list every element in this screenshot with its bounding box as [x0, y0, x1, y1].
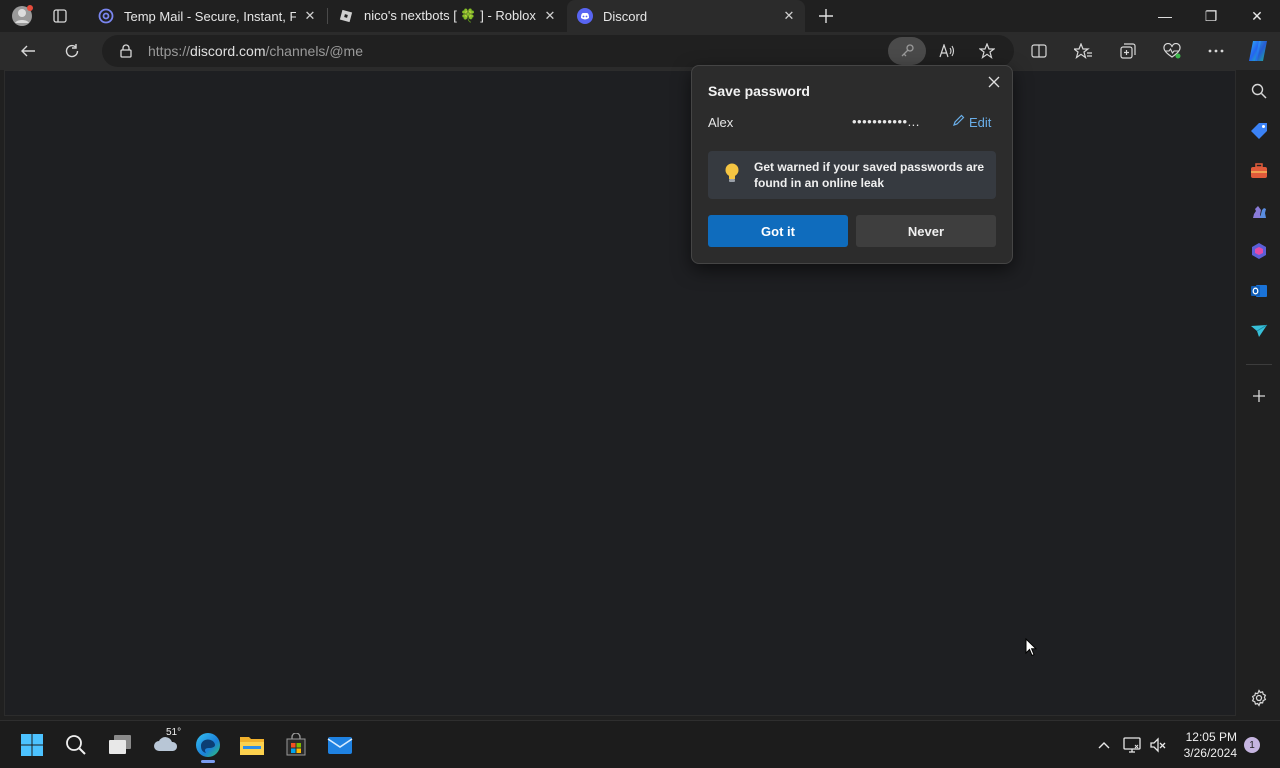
- collections-icon[interactable]: [1112, 35, 1144, 67]
- favorites-icon[interactable]: [1067, 35, 1099, 67]
- add-icon[interactable]: [1247, 384, 1271, 408]
- lightbulb-icon: [724, 163, 740, 185]
- search-icon[interactable]: [1247, 79, 1271, 103]
- notification-count: 1: [1244, 737, 1260, 753]
- save-password-dialog: Save password Alex •••••••••••... Edit G…: [691, 65, 1013, 264]
- discord-icon: [577, 8, 593, 24]
- mouse-pointer-icon: [1025, 637, 1038, 662]
- favorite-star-icon[interactable]: [971, 35, 1003, 67]
- microsoft365-icon[interactable]: [1247, 239, 1271, 263]
- minimize-button[interactable]: —: [1142, 0, 1188, 32]
- shopping-tag-icon[interactable]: [1247, 119, 1271, 143]
- profile-avatar-icon[interactable]: [6, 0, 38, 32]
- weather-widget[interactable]: 51°: [146, 727, 186, 763]
- edge-browser-icon[interactable]: [190, 727, 226, 763]
- leak-warning-banner: Get warned if your saved passwords are f…: [708, 151, 996, 199]
- tab-title: nico's nextbots [ 🍀 ] - Roblox: [364, 8, 536, 23]
- clock-time: 12:05 PM: [1185, 730, 1237, 744]
- tab-strip: Temp Mail - Secure, Instant, Fast ✕ nico…: [0, 0, 1280, 32]
- at-sign-icon: [98, 8, 114, 24]
- roblox-icon: [338, 8, 354, 24]
- edge-sidebar: [1238, 70, 1280, 716]
- browser-essentials-icon[interactable]: [1156, 35, 1188, 67]
- warning-text: Get warned if your saved passwords are f…: [754, 160, 985, 190]
- close-tab-icon[interactable]: ✕: [542, 8, 558, 24]
- clock-date: 3/26/2024: [1183, 746, 1237, 760]
- active-indicator: [201, 760, 215, 763]
- new-tab-icon[interactable]: [810, 0, 842, 32]
- dialog-title: Save password: [708, 83, 810, 99]
- close-tab-icon[interactable]: ✕: [781, 8, 797, 24]
- split-screen-icon[interactable]: [1023, 35, 1055, 67]
- notification-badge[interactable]: 1: [1240, 727, 1264, 763]
- tab-actions-icon[interactable]: [44, 0, 76, 32]
- more-options-icon[interactable]: [1200, 35, 1232, 67]
- tools-briefcase-icon[interactable]: [1247, 159, 1271, 183]
- read-aloud-icon[interactable]: [931, 35, 963, 67]
- games-chess-icon[interactable]: [1247, 199, 1271, 223]
- refresh-icon[interactable]: [56, 35, 88, 67]
- tab-discord[interactable]: Discord ✕: [567, 0, 805, 32]
- drop-send-icon[interactable]: [1247, 319, 1271, 343]
- weather-temperature: 51°: [166, 727, 182, 738]
- pencil-icon: [952, 114, 965, 130]
- file-explorer-icon[interactable]: [234, 727, 270, 763]
- url-host: discord.com: [190, 43, 266, 59]
- browser-toolbar: https://discord.com/channels/@me: [0, 32, 1280, 70]
- password-mask: •••••••••••...: [852, 114, 920, 129]
- sidebar-divider: [1246, 364, 1272, 365]
- mail-icon[interactable]: [322, 727, 358, 763]
- back-arrow-icon[interactable]: [12, 35, 44, 67]
- edit-link[interactable]: Edit: [952, 114, 991, 130]
- address-bar[interactable]: https://discord.com/channels/@me: [102, 35, 1014, 67]
- settings-gear-icon[interactable]: [1247, 686, 1271, 710]
- discord-page-content[interactable]: [4, 70, 1236, 716]
- lock-icon[interactable]: [110, 35, 142, 67]
- tab-title: Temp Mail - Secure, Instant, Fast: [124, 8, 296, 24]
- network-icon[interactable]: [1118, 727, 1146, 763]
- tab-roblox[interactable]: nico's nextbots [ 🍀 ] - Roblox ✕: [328, 0, 566, 32]
- windows-taskbar: 51° 12:05 PM 3/26/2024 1: [0, 720, 1280, 768]
- task-view-icon[interactable]: [102, 727, 138, 763]
- close-window-button[interactable]: ✕: [1234, 0, 1280, 32]
- edit-label: Edit: [969, 114, 992, 130]
- microsoft-store-icon[interactable]: [278, 727, 314, 763]
- windows-start-icon[interactable]: [14, 727, 50, 763]
- username-value: Alex: [708, 115, 734, 130]
- close-icon[interactable]: [984, 72, 1004, 92]
- key-icon[interactable]: [888, 37, 926, 65]
- outlook-icon[interactable]: [1247, 279, 1271, 303]
- url-scheme: https://: [148, 43, 191, 59]
- never-button[interactable]: Never: [856, 215, 996, 247]
- got-it-button[interactable]: Got it: [708, 215, 848, 247]
- search-icon[interactable]: [58, 727, 94, 763]
- show-hidden-icons-chevron-icon[interactable]: [1090, 727, 1118, 763]
- tab-title: Discord: [603, 8, 648, 24]
- restore-button[interactable]: ❐: [1188, 0, 1234, 32]
- system-clock[interactable]: 12:05 PM 3/26/2024: [1184, 729, 1237, 761]
- copilot-icon[interactable]: [1242, 35, 1274, 67]
- tab-temp-mail[interactable]: Temp Mail - Secure, Instant, Fast ✕: [88, 0, 326, 32]
- close-tab-icon[interactable]: ✕: [302, 8, 318, 24]
- url-path: /channels/@me: [265, 43, 363, 59]
- volume-muted-icon[interactable]: [1144, 727, 1172, 763]
- url-text[interactable]: https://discord.com/channels/@me: [148, 43, 363, 59]
